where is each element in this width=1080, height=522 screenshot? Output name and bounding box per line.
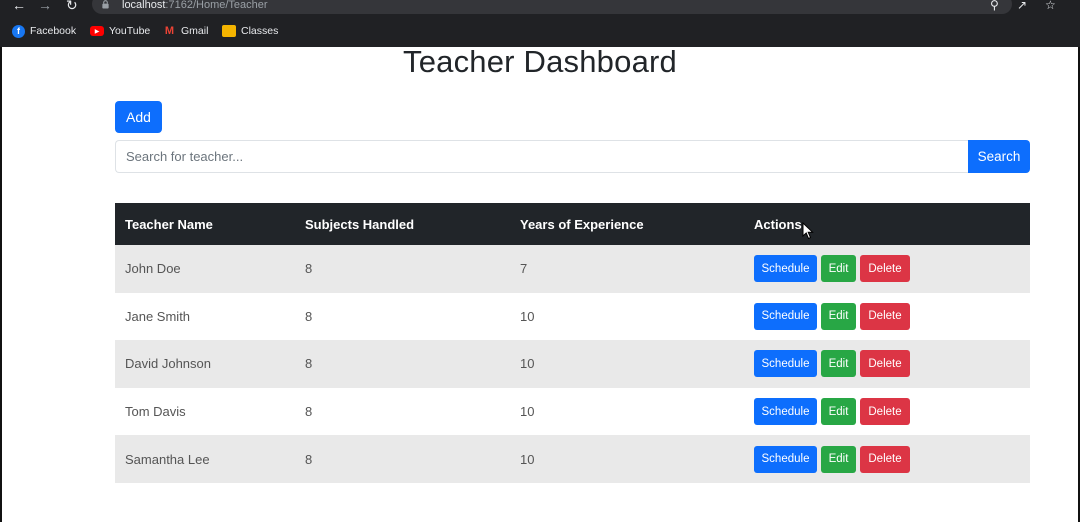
lock-icon: [102, 0, 109, 9]
facebook-icon: f: [12, 24, 25, 38]
subjects-cell: 8: [305, 451, 313, 467]
teacher-name-cell: Tom Davis: [125, 404, 186, 420]
bookmark-star-icon[interactable]: ☆: [1045, 0, 1056, 11]
subjects-cell: 8: [305, 356, 313, 372]
bookmark-classes[interactable]: Classes: [222, 22, 278, 40]
edit-button[interactable]: Edit: [821, 350, 856, 378]
subjects-cell: 8: [305, 404, 313, 420]
table-header-row: Teacher Name Subjects Handled Years of E…: [115, 203, 1030, 245]
table-row: Tom Davis 8 10 Schedule Edit Delete: [115, 387, 1030, 436]
header-subjects-handled: Subjects Handled: [305, 216, 415, 232]
teacher-name-cell: David Johnson: [125, 356, 211, 372]
youtube-icon: ▶: [90, 26, 104, 36]
schedule-button[interactable]: Schedule: [754, 302, 817, 330]
forward-arrow-icon[interactable]: →: [38, 0, 52, 13]
share-icon[interactable]: ↗: [1017, 0, 1027, 11]
header-teacher-name: Teacher Name: [125, 216, 213, 232]
page-title: Teacher Dashboard: [403, 44, 677, 79]
edit-button[interactable]: Edit: [821, 255, 856, 283]
table-row: Samantha Lee 8 10 Schedule Edit Delete: [115, 435, 1030, 483]
years-cell: 10: [520, 356, 535, 372]
reload-icon[interactable]: ↻: [66, 0, 78, 13]
actions-cell: Schedule Edit Delete: [744, 245, 1030, 293]
table-row: David Johnson 8 10 Schedule Edit Delete: [115, 340, 1030, 388]
delete-button[interactable]: Delete: [860, 255, 910, 283]
delete-button[interactable]: Delete: [860, 302, 910, 330]
delete-button[interactable]: Delete: [860, 398, 910, 426]
header-years-experience: Years of Experience: [520, 216, 644, 232]
schedule-button[interactable]: Schedule: [754, 398, 817, 426]
search-button[interactable]: Search: [968, 140, 1030, 173]
table-row: John Doe 8 7 Schedule Edit Delete: [115, 245, 1030, 293]
edit-button[interactable]: Edit: [821, 398, 856, 426]
actions-cell: Schedule Edit Delete: [744, 435, 1030, 483]
url-path: :7162/Home/Teacher: [165, 0, 268, 11]
bookmark-facebook[interactable]: f Facebook: [12, 22, 76, 40]
browser-chrome: ← → ↻ localhost:7162/Home/Teacher ⚲ ↗ ☆ …: [0, 0, 1080, 47]
mouse-pointer-icon: [802, 222, 814, 240]
actions-cell: Schedule Edit Delete: [744, 293, 1030, 341]
delete-button[interactable]: Delete: [860, 350, 910, 378]
back-arrow-icon[interactable]: ←: [12, 0, 26, 13]
bookmark-label: Gmail: [181, 25, 209, 37]
teacher-name-cell: Samantha Lee: [125, 451, 210, 467]
years-cell: 7: [520, 261, 528, 277]
bookmark-gmail[interactable]: M Gmail: [163, 22, 209, 40]
header-actions: Actions: [754, 216, 802, 232]
gmail-icon: M: [164, 25, 175, 37]
actions-cell: Schedule Edit Delete: [744, 388, 1030, 436]
url-host: localhost: [122, 0, 166, 11]
classroom-icon: [222, 25, 236, 37]
teacher-name-cell: Jane Smith: [125, 308, 191, 324]
key-icon[interactable]: ⚲: [990, 0, 999, 11]
edit-button[interactable]: Edit: [821, 302, 856, 330]
url-text[interactable]: localhost:7162/Home/Teacher: [122, 0, 268, 11]
delete-button[interactable]: Delete: [860, 445, 910, 473]
schedule-button[interactable]: Schedule: [754, 350, 817, 378]
subjects-cell: 8: [305, 308, 313, 324]
table-row: Jane Smith 8 10 Schedule Edit Delete: [115, 292, 1030, 341]
bookmarks-bar: f Facebook ▶ YouTube M Gmail Classes: [0, 22, 1080, 40]
teacher-table: Teacher Name Subjects Handled Years of E…: [115, 203, 1030, 483]
bookmark-label: Classes: [241, 25, 279, 37]
teacher-name-cell: John Doe: [125, 261, 181, 277]
years-cell: 10: [520, 451, 535, 467]
add-button[interactable]: Add: [115, 101, 162, 133]
schedule-button[interactable]: Schedule: [754, 445, 817, 473]
years-cell: 10: [520, 404, 535, 420]
actions-cell: Schedule Edit Delete: [744, 340, 1030, 388]
edit-button[interactable]: Edit: [821, 445, 856, 473]
schedule-button[interactable]: Schedule: [754, 255, 817, 283]
window-edge-left: [0, 47, 2, 522]
subjects-cell: 8: [305, 261, 313, 277]
bookmark-label: YouTube: [109, 25, 151, 37]
browser-nav-row: ← → ↻ localhost:7162/Home/Teacher ⚲ ↗ ☆: [0, 0, 1080, 18]
bookmark-label: Facebook: [30, 25, 77, 37]
years-cell: 10: [520, 308, 535, 324]
bookmark-youtube[interactable]: ▶ YouTube: [90, 22, 150, 40]
search-input[interactable]: [115, 140, 969, 173]
